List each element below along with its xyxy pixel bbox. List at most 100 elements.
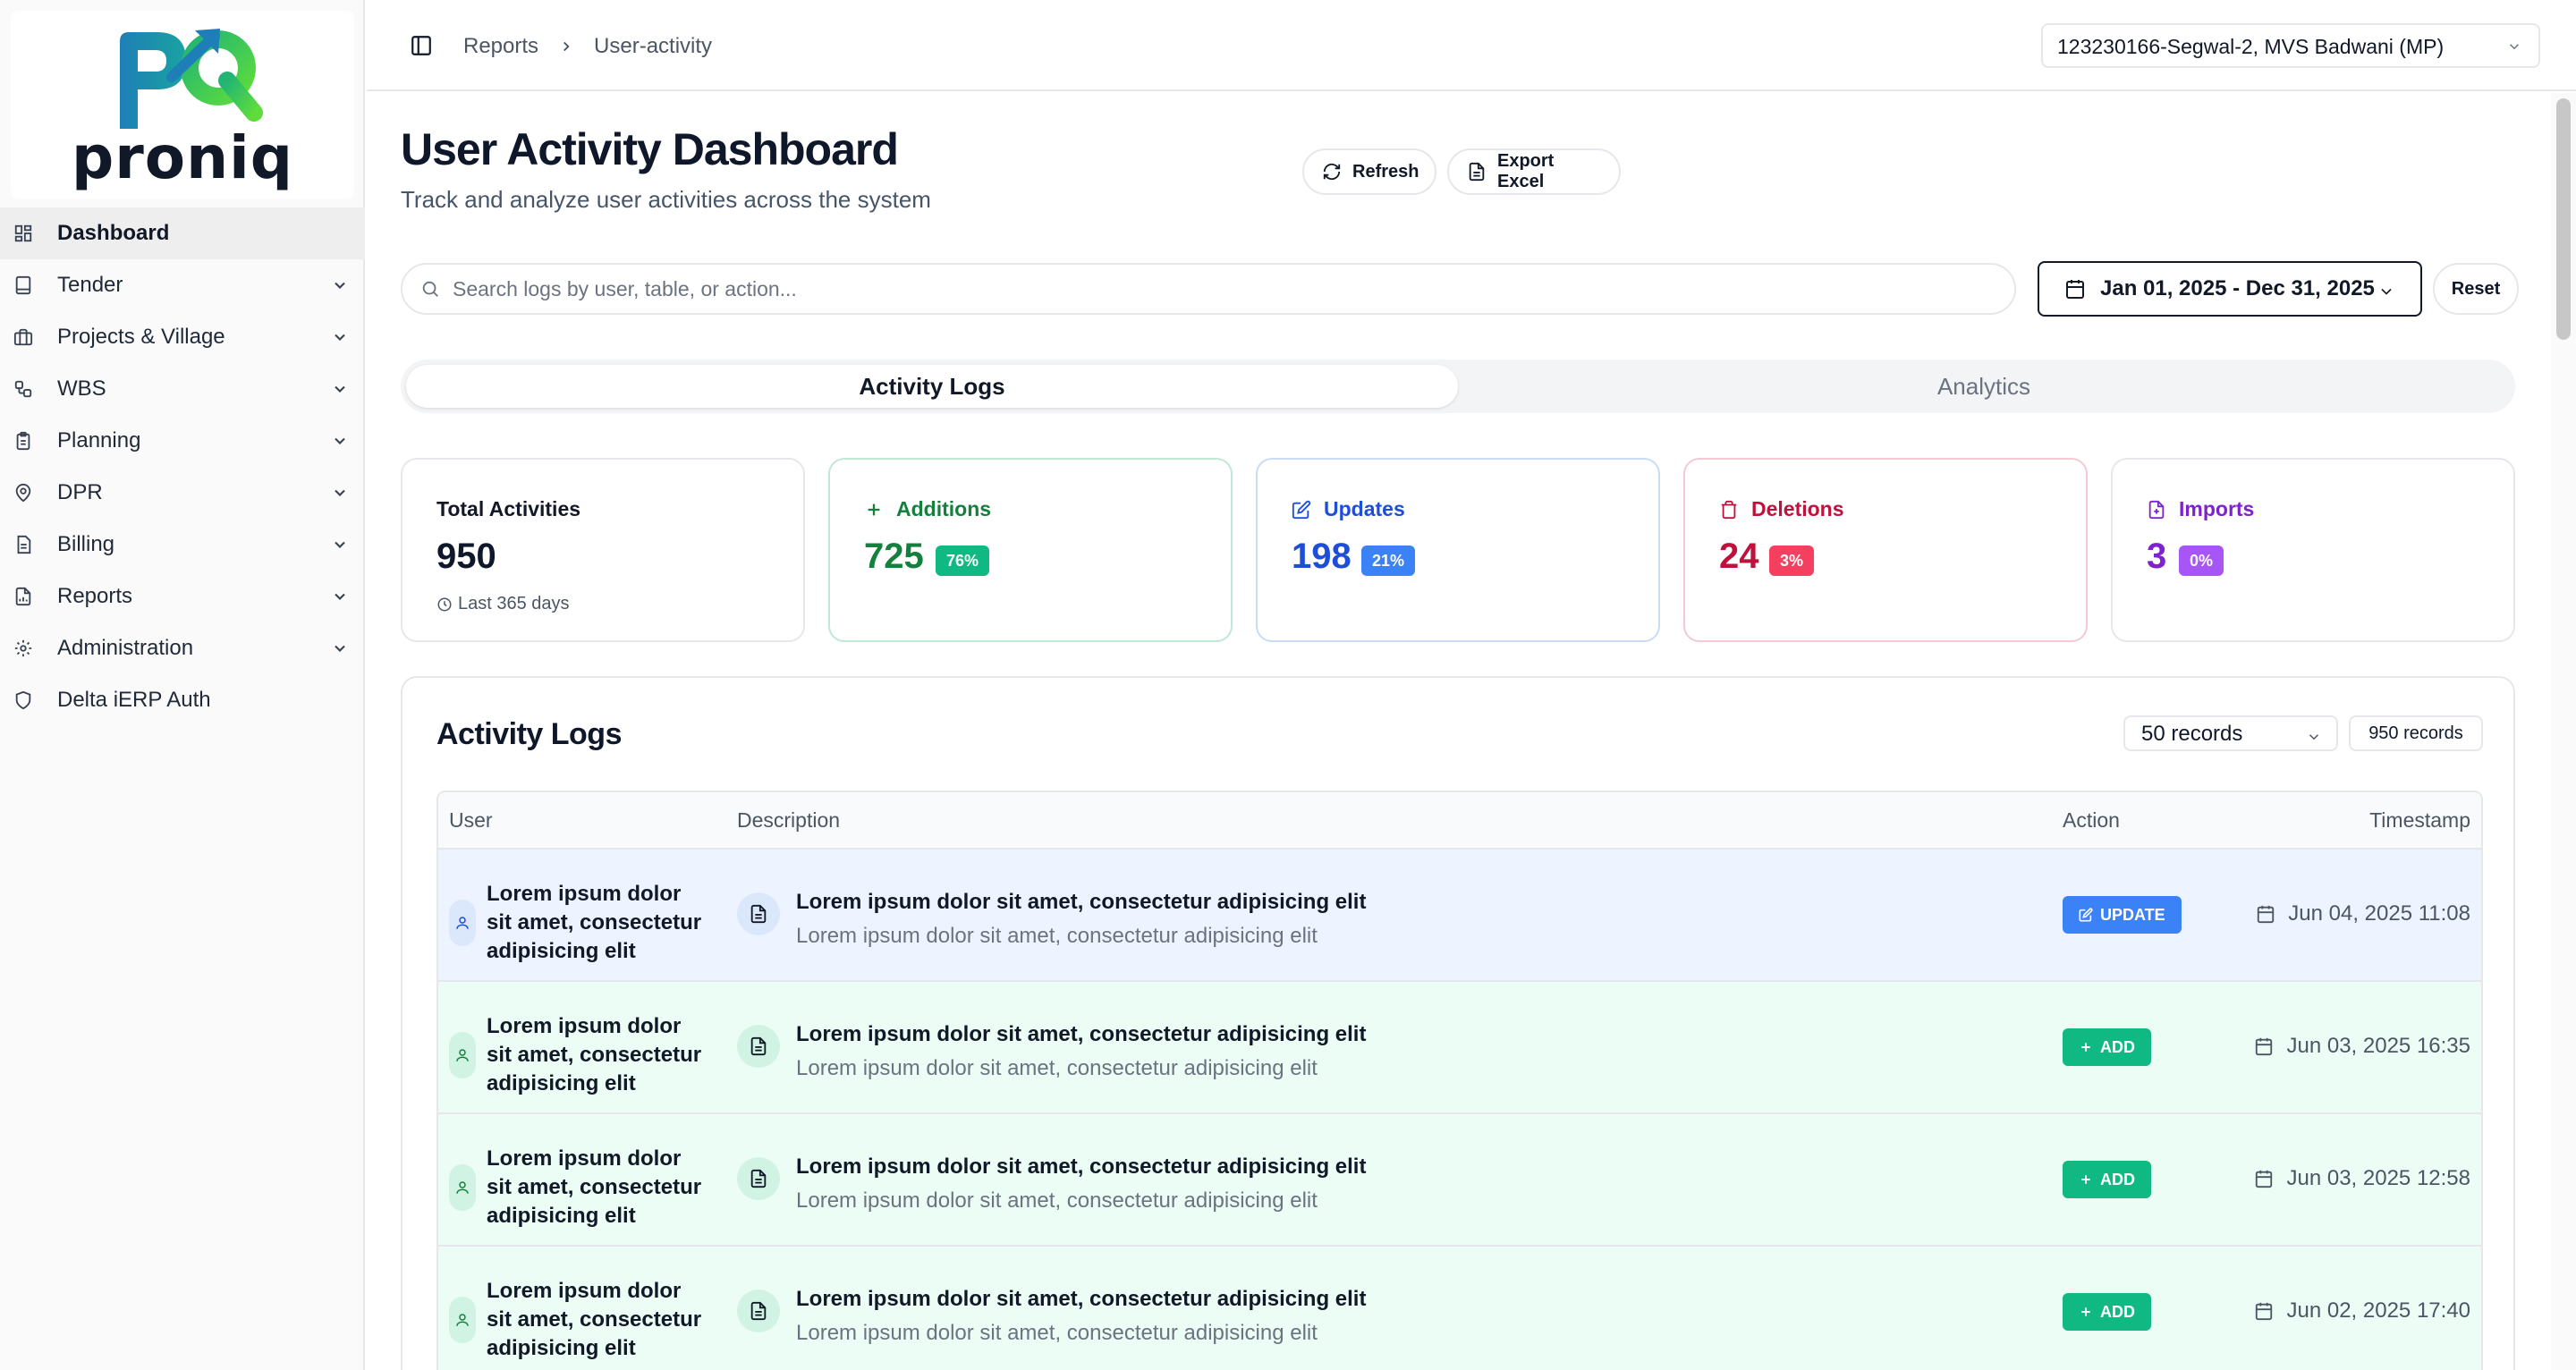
records-per-page-select[interactable]: 50 records [2123,715,2338,751]
sidebar-item-wbs[interactable]: WBS [0,363,365,415]
page-subtitle: Track and analyze user activities across… [401,186,931,213]
stat-label: Deletions [1719,497,1844,521]
chevron-down-icon [335,385,345,393]
tab-activity-logs[interactable]: Activity Logs [406,365,1458,408]
description-cell: Lorem ipsum dolor sit amet, consectetur … [737,1282,1366,1350]
refresh-label: Refresh [1352,161,1419,182]
sidebar-item-label: Billing [57,532,115,556]
reset-button[interactable]: Reset [2433,263,2519,315]
tab-analytics[interactable]: Analytics [1458,365,2510,408]
user-name: Lorem ipsum dolor sit amet, consectetur … [487,882,702,963]
export-label: Export Excel [1497,151,1555,191]
table-row[interactable]: Lorem ipsum dolor sit amet, consectetur … [438,982,2481,1114]
sidebar-item-label: DPR [57,480,103,504]
stat-note: Last 365 days [436,594,570,614]
calendar-icon [2254,1169,2274,1188]
description-subtitle: Lorem ipsum dolor sit amet, consectetur … [796,1056,1318,1080]
stat-percent-badge: 21% [1361,545,1416,576]
table-row[interactable]: Lorem ipsum dolor sit amet, consectetur … [438,1114,2481,1247]
refresh-button[interactable]: Refresh [1302,148,1436,195]
sidebar-item-dashboard[interactable]: Dashboard [0,207,365,259]
sidebar-item-reports[interactable]: Reports [0,571,365,622]
column-header-description: Description [737,808,841,832]
timestamp-cell: Jun 04, 2025 11:08 [2256,901,2470,926]
description-subtitle: Lorem ipsum dolor sit amet, consectetur … [796,924,1318,948]
calendar-icon [2256,904,2275,924]
user-icon [449,900,476,946]
receipt-icon [13,534,34,555]
description-cell: Lorem ipsum dolor sit amet, consectetur … [737,1150,1366,1218]
description-title: Lorem ipsum dolor sit amet, consectetur … [796,1154,1367,1179]
sidebar-item-administration[interactable]: Administration [0,622,365,674]
sidebar-item-billing[interactable]: Billing [0,519,365,571]
stat-value: 950 [436,537,496,576]
stat-value: 198 [1292,537,1352,576]
sidebar-item-dpr[interactable]: DPR [0,467,365,519]
chevron-down-icon [2381,288,2392,295]
sidebar-item-planning[interactable]: Planning [0,415,365,467]
description-subtitle: Lorem ipsum dolor sit amet, consectetur … [796,1321,1318,1345]
sidebar-toggle-icon[interactable] [410,34,433,57]
chevron-right-icon [558,38,574,55]
proniq-logo-icon [120,29,263,129]
column-header-user: User [449,808,493,832]
stat-card-imports: Imports 3 0% [2111,458,2515,642]
table-row[interactable]: Lorem ipsum dolor sit amet, consectetur … [438,1247,2481,1370]
breadcrumb-reports[interactable]: Reports [463,34,538,59]
stat-value: 725 [864,537,924,576]
map-pin-icon [13,482,34,503]
workflow-icon [13,378,34,400]
scrollbar-thumb[interactable] [2556,98,2571,340]
shield-icon [13,689,34,711]
plus-icon [2079,1305,2093,1319]
stat-label: Updates [1292,497,1405,521]
action-badge: ADD [2063,1028,2151,1066]
date-range-value: Jan 01, 2025 - Dec 31, 2025 [2100,276,2375,300]
edit-icon [1292,500,1311,520]
document-icon [737,1025,780,1068]
sidebar-item-label: Planning [57,428,141,452]
stat-card-total: Total Activities 950 Last 365 days [401,458,805,642]
timestamp-value: Jun 04, 2025 11:08 [2288,901,2470,926]
export-excel-button[interactable]: Export Excel [1447,148,1621,195]
stat-label-text: Deletions [1751,497,1844,520]
chevron-down-icon [335,541,345,548]
main-content: User Activity Dashboard Track and analyz… [367,93,2549,1370]
action-label: UPDATE [2100,905,2165,924]
stat-card-deletions: Deletions 24 3% [1683,458,2088,642]
sidebar-item-label: Projects & Village [57,325,225,349]
document-icon [737,892,780,935]
document-icon [737,1157,780,1200]
breadcrumb: Reports User-activity [463,34,712,59]
stat-label-text: Additions [896,497,992,520]
sidebar-item-projects[interactable]: Projects & Village [0,311,365,363]
table-row[interactable]: Lorem ipsum dolor sit amet, consectetur … [438,850,2481,982]
sidebar-item-label: Tender [57,273,123,297]
user-cell: Lorem ipsum dolor sit amet, consectetur … [449,880,710,966]
file-spreadsheet-icon [1467,162,1487,182]
dashboard-icon [13,223,34,244]
description-title: Lorem ipsum dolor sit amet, consectetur … [796,1022,1367,1046]
search-input[interactable] [453,276,1973,301]
timestamp-value: Jun 02, 2025 17:40 [2286,1298,2470,1323]
stat-percent-badge: 3% [1769,545,1815,576]
topbar: Reports User-activity 123230166-Segwal-2… [367,0,2576,91]
chevron-down-icon [2309,734,2319,740]
chevron-down-icon [335,593,345,600]
stat-value: 3 [2147,537,2167,576]
chevron-down-icon [335,334,345,341]
report-icon [13,586,34,607]
action-label: ADD [2100,1037,2135,1056]
chevron-down-icon [335,645,345,652]
plus-icon [2079,1172,2093,1187]
sidebar-item-delta-ierp-auth[interactable]: Delta iERP Auth [0,674,365,726]
user-cell: Lorem ipsum dolor sit amet, consectetur … [449,1012,710,1098]
page-scrollbar[interactable] [2551,93,2576,1370]
stat-percent-badge: 76% [936,545,990,576]
site-select[interactable]: 123230166-Segwal-2, MVS Badwani (MP) [2041,23,2540,68]
stat-label-text: Imports [2179,497,2255,520]
date-range-picker[interactable]: Jan 01, 2025 - Dec 31, 2025 [2038,261,2422,317]
sidebar-item-tender[interactable]: Tender [0,259,365,311]
timestamp-cell: Jun 03, 2025 16:35 [2254,1034,2470,1059]
brand-logo[interactable]: proniq [11,11,354,199]
